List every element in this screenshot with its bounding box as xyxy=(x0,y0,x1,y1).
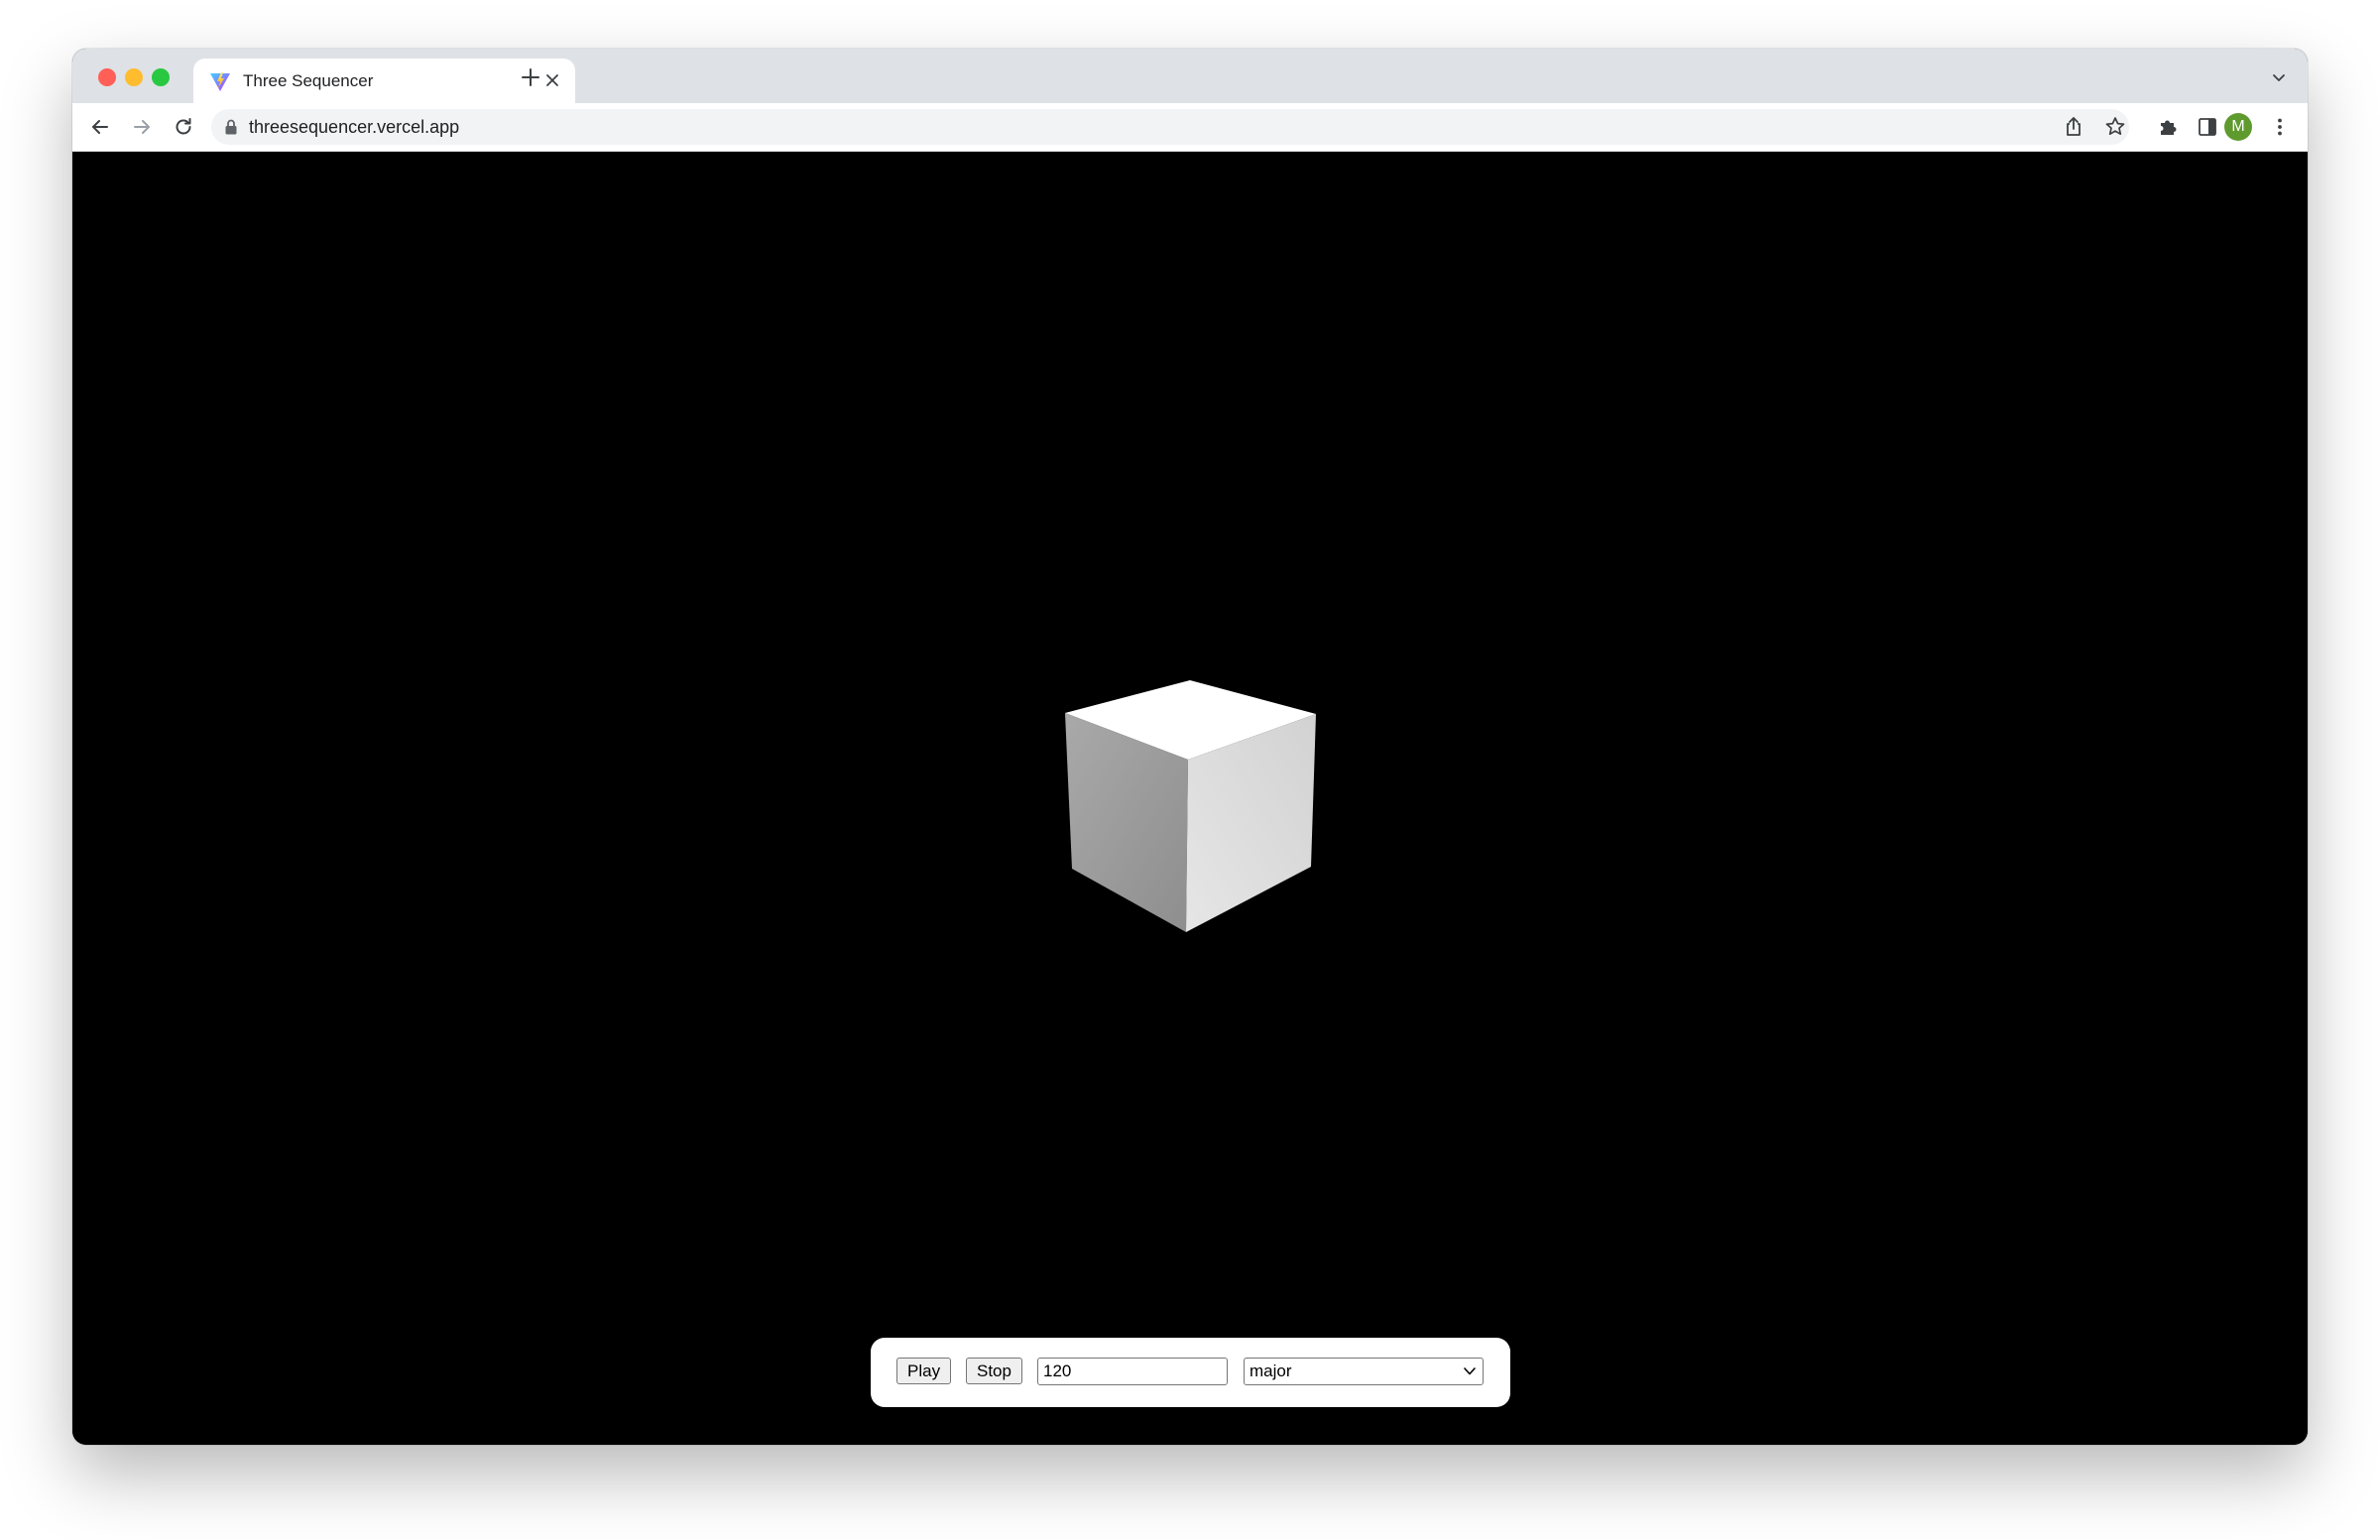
profile-avatar[interactable]: M xyxy=(2224,113,2252,141)
tab-title: Three Sequencer xyxy=(243,71,374,90)
sequencer-controls: Play Stop 120 major xyxy=(871,1338,1510,1407)
tempo-input[interactable]: 120 xyxy=(1037,1358,1228,1385)
tab-strip: Three Sequencer xyxy=(72,49,2308,103)
minimize-window-button[interactable] xyxy=(125,68,143,86)
chevron-down-icon xyxy=(1464,1367,1476,1375)
tab-search-chevron-icon[interactable] xyxy=(2268,66,2290,88)
more-menu-icon[interactable] xyxy=(2267,114,2293,140)
reload-icon[interactable] xyxy=(171,114,196,140)
address-bar[interactable]: threesequencer.vercel.app xyxy=(211,109,2129,145)
close-tab-icon[interactable] xyxy=(541,69,563,91)
extensions-puzzle-icon[interactable] xyxy=(2155,114,2181,140)
webgl-canvas[interactable]: Play Stop 120 major xyxy=(72,152,2308,1445)
new-tab-icon[interactable] xyxy=(518,64,543,90)
side-panel-icon[interactable] xyxy=(2195,114,2220,140)
scale-select[interactable]: major xyxy=(1244,1358,1484,1385)
browser-toolbar: threesequencer.vercel.app M xyxy=(72,103,2308,152)
lock-icon[interactable] xyxy=(223,118,239,136)
browser-window: Three Sequencer threesequencer.vercel.ap… xyxy=(72,49,2308,1445)
bookmark-star-icon[interactable] xyxy=(2102,114,2128,140)
stop-button[interactable]: Stop xyxy=(966,1358,1022,1384)
vite-logo-icon xyxy=(210,72,230,91)
play-button[interactable]: Play xyxy=(896,1358,951,1384)
3d-cube xyxy=(1065,680,1316,932)
back-arrow-icon[interactable] xyxy=(87,114,113,140)
url-text[interactable]: threesequencer.vercel.app xyxy=(249,117,459,137)
maximize-window-button[interactable] xyxy=(152,68,170,86)
close-window-button[interactable] xyxy=(98,68,116,86)
share-icon[interactable] xyxy=(2061,114,2086,140)
scale-select-value: major xyxy=(1250,1362,1292,1380)
forward-arrow-icon[interactable] xyxy=(129,114,155,140)
